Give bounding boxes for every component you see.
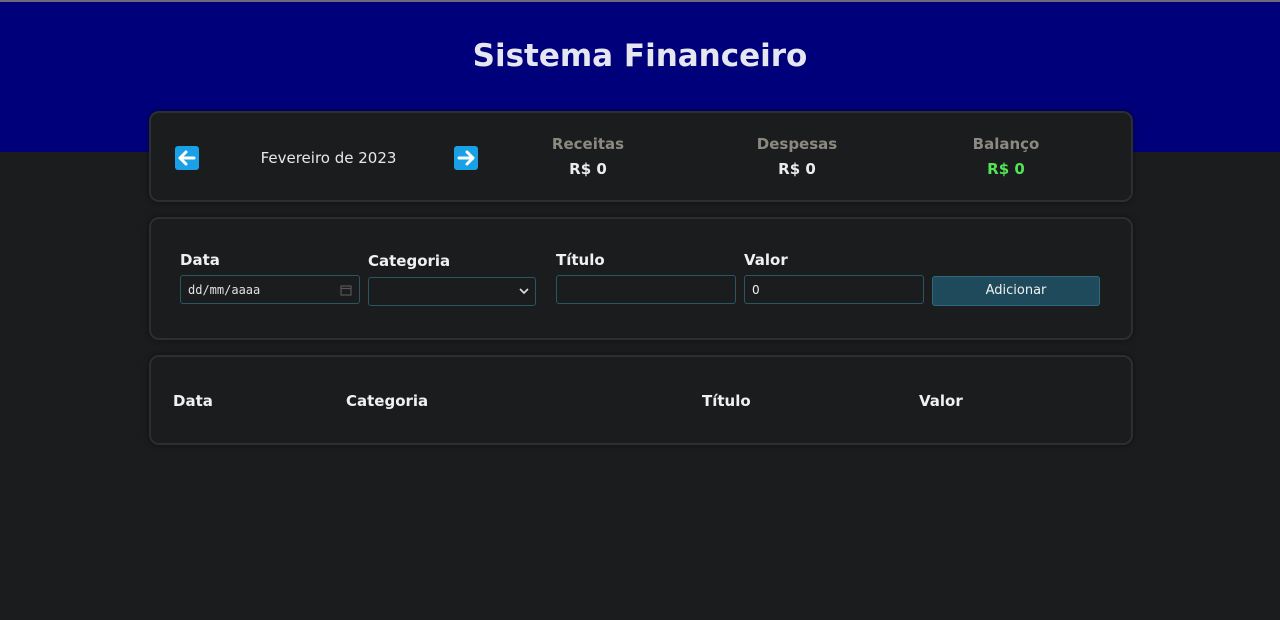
despesas-stat: Despesas R$ 0 (712, 135, 882, 178)
balanco-value: R$ 0 (987, 160, 1025, 178)
receitas-label: Receitas (551, 135, 625, 153)
despesas-label: Despesas (756, 135, 838, 153)
column-header-categoria: Categoria (346, 392, 429, 410)
data-field-label: Data (180, 251, 220, 269)
chevron-down-icon (519, 288, 529, 295)
summary-card: Fevereiro de 2023 Receitas R$ 0 Despesas… (149, 111, 1133, 202)
column-header-data: Data (173, 392, 213, 410)
column-header-titulo: Título (702, 392, 751, 410)
current-month-label: Fevereiro de 2023 (260, 149, 397, 167)
previous-month-button[interactable] (175, 146, 199, 170)
titulo-input[interactable] (556, 275, 736, 304)
receitas-stat: Receitas R$ 0 (503, 135, 673, 178)
add-button[interactable]: Adicionar (932, 276, 1100, 306)
transactions-table: Data Categoria Título Valor (149, 355, 1133, 445)
titulo-field-label: Título (556, 251, 605, 269)
next-month-button[interactable] (454, 146, 478, 170)
receitas-value: R$ 0 (569, 160, 607, 178)
categoria-select[interactable] (368, 277, 536, 306)
valor-field-label: Valor (744, 251, 788, 269)
balanco-label: Balanço (972, 135, 1040, 153)
despesas-value: R$ 0 (778, 160, 816, 178)
date-field[interactable]: dd/mm/aaaa (180, 275, 360, 304)
valor-value: 0 (752, 283, 760, 297)
add-entry-form: Data dd/mm/aaaa Categoria Título Valor 0… (149, 217, 1133, 340)
balanco-stat: Balanço R$ 0 (921, 135, 1091, 178)
page-title: Sistema Financeiro (472, 38, 808, 74)
arrow-left-icon (178, 150, 196, 166)
arrow-right-icon (457, 150, 475, 166)
categoria-field-label: Categoria (368, 252, 451, 270)
column-header-valor: Valor (919, 392, 963, 410)
date-placeholder: dd/mm/aaaa (188, 283, 261, 297)
valor-input[interactable]: 0 (744, 275, 924, 304)
app-root: Sistema Financeiro Fevereiro de 2023 Rec… (0, 0, 1280, 620)
calendar-icon[interactable] (340, 284, 352, 296)
